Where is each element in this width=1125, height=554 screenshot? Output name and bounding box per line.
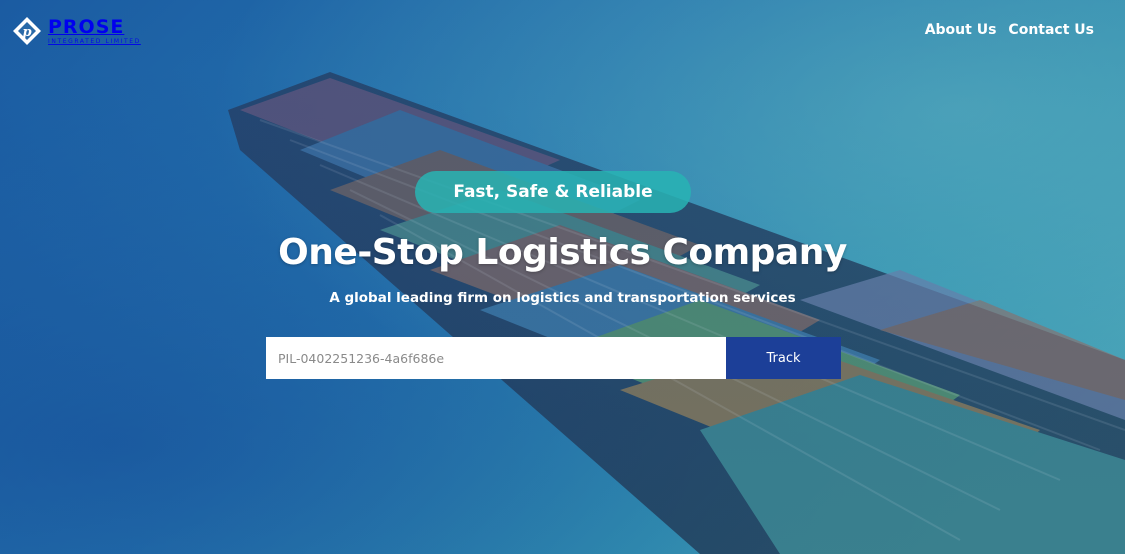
- tagline-pill: Fast, Safe & Reliable: [415, 171, 691, 213]
- hero-background: [0, 0, 1125, 554]
- main-nav: About Us Contact Us: [925, 22, 1094, 38]
- tracking-number-input[interactable]: [266, 337, 726, 379]
- diamond-p-logo-icon: p: [12, 16, 42, 46]
- brand-subtitle: INTEGRATED LIMITED: [48, 37, 141, 45]
- page-subtitle: A global leading firm on logistics and t…: [329, 290, 796, 306]
- brand-logo[interactable]: p PROSE INTEGRATED LIMITED: [12, 16, 141, 46]
- nav-about-us[interactable]: About Us: [925, 22, 997, 38]
- brand-name: PROSE: [48, 15, 125, 38]
- nav-contact-us[interactable]: Contact Us: [1008, 22, 1094, 38]
- svg-text:p: p: [22, 25, 31, 40]
- page-title: One-Stop Logistics Company: [278, 232, 847, 273]
- color-overlay: [0, 0, 1125, 554]
- track-button[interactable]: Track: [726, 337, 841, 379]
- tracking-form: Track: [266, 337, 841, 379]
